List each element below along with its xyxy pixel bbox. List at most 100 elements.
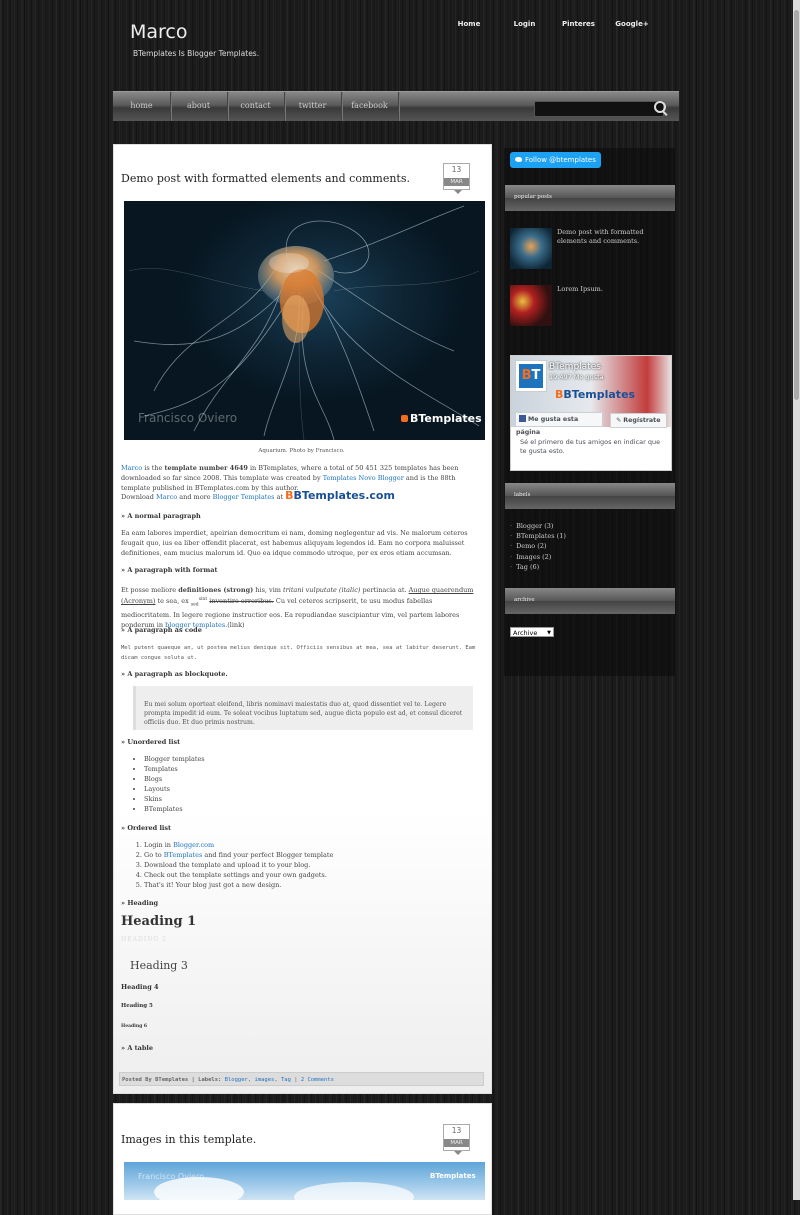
btemplates-watermark-logo: BTemplates bbox=[401, 412, 482, 425]
list-item: Templates bbox=[144, 764, 477, 774]
top-nav: Home Login Pinteres Google+ bbox=[440, 20, 658, 28]
twitter-follow-button[interactable]: Follow @btemplates bbox=[510, 152, 601, 168]
main-menu-bar: home about contact twitter facebook bbox=[113, 91, 679, 121]
heading-4-sample: Heading 4 bbox=[121, 983, 159, 991]
blog-title[interactable]: Marco bbox=[130, 21, 188, 43]
popular-post-link[interactable]: Lorem Ipsum. bbox=[557, 285, 669, 294]
photo-watermark: Francisco Oviero bbox=[138, 1172, 205, 1181]
templates-novo-blogger-link[interactable]: Templates Novo Blogger bbox=[323, 474, 404, 482]
label-link-tag[interactable]: Tag bbox=[281, 1077, 291, 1083]
list-item: Layouts bbox=[144, 784, 477, 794]
popular-post-link[interactable]: Demo post with formatted elements and co… bbox=[557, 228, 669, 246]
download-line: Download Marco and more Blogger Template… bbox=[121, 489, 395, 502]
btemplates-avatar[interactable]: BT bbox=[515, 360, 547, 392]
top-nav-pinterest[interactable]: Pinteres bbox=[551, 20, 606, 28]
heading-3-sample: Heading 3 bbox=[130, 959, 188, 972]
post-date-day: 13 bbox=[451, 165, 462, 174]
blogger-templates-link[interactable]: Blogger Templates bbox=[213, 493, 275, 501]
top-nav-home[interactable]: Home bbox=[440, 20, 498, 28]
section-heading-code: » A paragraph as code bbox=[121, 626, 202, 634]
blockquote-text: Eu mei solum oporteat eleifend, libris n… bbox=[144, 701, 463, 726]
labels-list: Blogger (3) BTemplates (1) Demo (2) Imag… bbox=[510, 521, 566, 572]
btemplates-logo[interactable]: BBTemplates.com bbox=[285, 489, 395, 502]
menu-item-about[interactable]: about bbox=[170, 92, 228, 121]
jellyfish-illustration bbox=[128, 205, 480, 440]
label-link[interactable]: Demo (2) bbox=[510, 541, 566, 551]
list-item: Login in Blogger.com bbox=[144, 840, 477, 850]
post-footer: Posted By BTemplates | Labels: Blogger, … bbox=[119, 1072, 484, 1086]
list-item: Check out the template settings and your… bbox=[144, 870, 477, 880]
download-marco-link[interactable]: Marco bbox=[156, 493, 177, 501]
unordered-list: Blogger templates Templates Blogs Layout… bbox=[121, 754, 477, 814]
top-nav-login[interactable]: Login bbox=[498, 20, 551, 28]
label-link[interactable]: Images (2) bbox=[510, 552, 566, 562]
facebook-icon bbox=[519, 415, 526, 422]
section-heading-unordered: » Unordered list bbox=[121, 738, 181, 746]
section-heading-ordered: » Ordered list bbox=[121, 824, 172, 832]
sky-photo: Francisco Oviero BTemplates bbox=[124, 1162, 485, 1200]
comments-link[interactable]: 2 Comments bbox=[301, 1077, 334, 1083]
list-item: Skins bbox=[144, 794, 477, 804]
photo-watermark: Francisco Oviero bbox=[138, 411, 238, 425]
heading-6-sample: Heading 6 bbox=[121, 1024, 148, 1029]
label-link[interactable]: Tag (6) bbox=[510, 562, 566, 572]
label-link[interactable]: Blogger (3) bbox=[510, 521, 566, 531]
section-heading-normal: » A normal paragraph bbox=[121, 512, 201, 520]
post-title[interactable]: Images in this template. bbox=[121, 1133, 256, 1146]
blog-description: BTemplates Is Blogger Templates. bbox=[133, 49, 260, 58]
blogger-com-link[interactable]: Blogger.com bbox=[173, 841, 214, 849]
btemplates-logo-icon bbox=[401, 415, 408, 422]
marco-link[interactable]: Marco bbox=[121, 464, 142, 472]
list-item: BTemplates bbox=[144, 804, 477, 814]
heading-5-sample: Heading 5 bbox=[121, 1003, 153, 1009]
section-heading-headings: » Heading bbox=[121, 899, 159, 907]
heading-2-sample: HEADING 2 bbox=[121, 936, 167, 943]
facebook-like-box: BT BTemplates 19.497 Me gusta BBTemplate… bbox=[510, 355, 672, 471]
search-icon[interactable] bbox=[654, 101, 666, 113]
label-link-images[interactable]: images bbox=[254, 1077, 274, 1083]
post-title[interactable]: Demo post with formatted elements and co… bbox=[121, 172, 410, 185]
ordered-list: Login in Blogger.com Go to BTemplates an… bbox=[121, 840, 477, 890]
menu-item-contact[interactable]: contact bbox=[227, 92, 285, 121]
label-link[interactable]: BTemplates (1) bbox=[510, 531, 566, 541]
post-date-badge: 13 MAR bbox=[443, 1124, 470, 1155]
formatted-paragraph: Et posse meliore definitiones (strong) h… bbox=[121, 586, 474, 630]
archive-select[interactable]: Archive ▼ bbox=[510, 627, 554, 637]
btemplates-banner-logo: BBTemplates bbox=[555, 388, 636, 401]
top-nav-google-plus[interactable]: Google+ bbox=[606, 20, 658, 28]
post-date-day: 13 bbox=[451, 1126, 462, 1135]
facebook-register-button[interactable]: ✎ Regístrate bbox=[610, 413, 667, 428]
facebook-friends-text: Sé el primero de tus amigos en indicar q… bbox=[520, 438, 661, 455]
pencil-icon: ✎ bbox=[616, 417, 622, 424]
widget-title-archive: archive bbox=[505, 588, 675, 614]
menu-item-twitter[interactable]: twitter bbox=[284, 92, 342, 121]
popular-post-thumbnail[interactable] bbox=[510, 285, 552, 326]
scrollbar-thumb[interactable] bbox=[794, 10, 799, 400]
blockquote: Eu mei solum oporteat eleifend, libris n… bbox=[133, 686, 473, 730]
label-link-blogger[interactable]: Blogger bbox=[225, 1077, 248, 1083]
code-paragraph: Mel putent quaeque an, ut postea melius … bbox=[121, 645, 476, 661]
list-item: Go to BTemplates and find your perfect B… bbox=[144, 850, 477, 860]
dropdown-arrow-icon: ▼ bbox=[547, 630, 551, 636]
facebook-page-name[interactable]: BTemplates bbox=[549, 362, 601, 372]
list-item: Blogs bbox=[144, 774, 477, 784]
search-input[interactable] bbox=[534, 101, 664, 117]
widget-title-popular: popular posts bbox=[505, 185, 675, 211]
widget-title-labels: labels bbox=[505, 483, 675, 509]
post-date-month: MAR bbox=[444, 178, 469, 186]
list-item: Download the template and upload it to y… bbox=[144, 860, 477, 870]
post-date-month: MAR bbox=[444, 1139, 469, 1147]
list-item: Blogger templates bbox=[144, 754, 477, 764]
section-heading-table: » A table bbox=[121, 1044, 153, 1052]
menu-item-home[interactable]: home bbox=[113, 92, 171, 121]
btemplates-watermark-logo: BTemplates bbox=[430, 1172, 476, 1180]
popular-post-thumbnail[interactable] bbox=[510, 228, 552, 269]
btemplates-link[interactable]: BTemplates bbox=[164, 851, 203, 859]
heading-1-sample: Heading 1 bbox=[121, 914, 197, 929]
facebook-like-page-button[interactable]: Me gusta esta página bbox=[515, 412, 603, 436]
facebook-like-count: 19.497 Me gusta bbox=[549, 373, 604, 381]
menu-item-facebook[interactable]: facebook bbox=[341, 92, 399, 121]
section-heading-blockquote: » A paragraph as blockquote. bbox=[121, 670, 228, 678]
bt-logo-icon: BT bbox=[519, 364, 543, 388]
normal-paragraph: Ea eam labores imperdiet, apeirian democ… bbox=[121, 529, 468, 557]
